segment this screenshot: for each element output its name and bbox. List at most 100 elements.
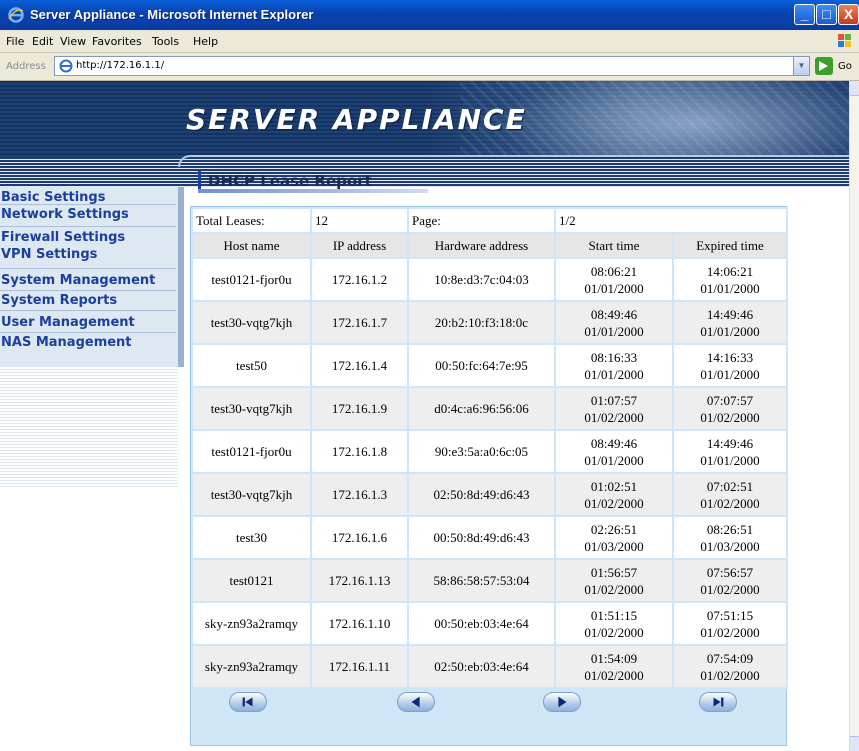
page-icon: [59, 59, 73, 73]
expired-time-cell-text: 07:56:57: [706, 564, 754, 580]
go-button[interactable]: Go: [838, 61, 852, 72]
hardware-address-cell-text: 00:50:8d:49:d6:43: [433, 530, 530, 545]
ip-address-cell: 172.16.1.6: [310, 515, 409, 560]
menu-view[interactable]: View: [60, 35, 86, 48]
menu-edit[interactable]: Edit: [32, 35, 53, 48]
maximize-icon: □: [822, 6, 831, 22]
expired-time-cell-text: 01/02/2000: [700, 581, 760, 597]
window-title: Server Appliance - Microsoft Internet Ex…: [30, 7, 314, 22]
go-arrow-icon[interactable]: [815, 57, 833, 75]
hardware-address-cell-text: 02:50:eb:03:4e:64: [434, 659, 529, 674]
expired-time-cell-text: 01/02/2000: [700, 495, 760, 511]
host-name-cell: test30-vqtg7kjh: [191, 386, 312, 431]
table-row: sky-zn93a2ramqy 172.16.1.10 00:50:eb:03:4e…: [191, 601, 788, 646]
host-name-cell-text: test0121: [229, 573, 274, 588]
address-input[interactable]: http://172.16.1.1/ ▼: [54, 56, 810, 76]
brand-title: SERVER APPLIANCE: [186, 103, 527, 136]
ip-address-cell: 172.16.1.4: [310, 343, 409, 388]
start-time-cell-text: 01:54:09: [590, 650, 638, 666]
table-row: test0121-fjor0u 172.16.1.2 10:8e:d3:7c:04:…: [191, 257, 788, 302]
host-name-cell: test0121-fjor0u: [191, 429, 312, 474]
ip-address-cell-text: 172.16.1.9: [331, 401, 388, 416]
first-page-button[interactable]: [229, 692, 267, 712]
ip-address-cell-text: 172.16.1.2: [331, 272, 388, 287]
host-name-cell-text: sky-zn93a2ramqy: [204, 616, 299, 631]
menu-tools[interactable]: Tools: [152, 35, 179, 48]
sidebar-item-nas-management[interactable]: NAS Management: [0, 333, 176, 367]
expired-time-cell-text: 14:49:46: [706, 306, 754, 322]
column-header: Start time: [554, 232, 674, 259]
page-label: Page:: [407, 207, 556, 234]
expired-time-cell-text: 01/03/2000: [700, 538, 760, 554]
expired-time-cell-text: 01/02/2000: [700, 624, 760, 640]
hardware-address-cell: 00:50:8d:49:d6:43: [407, 515, 556, 560]
hardware-address-cell-text: d0:4c:a6:96:56:06: [434, 401, 529, 416]
scroll-down-icon[interactable]: [850, 736, 859, 751]
ip-address-cell: 172.16.1.3: [310, 472, 409, 517]
ip-address-cell: 172.16.1.10: [310, 601, 409, 646]
sidebar-item-label: Basic Settings: [1, 190, 106, 205]
sidebar-item-vpn-settings[interactable]: VPN Settings: [0, 247, 176, 269]
expired-time-cell: 07:56:57 01/02/2000: [672, 558, 788, 603]
address-dropdown-icon[interactable]: ▼: [793, 56, 810, 76]
ip-address-cell: 172.16.1.13: [310, 558, 409, 603]
next-page-button[interactable]: [543, 692, 581, 712]
close-button[interactable]: X: [838, 4, 859, 25]
last-page-button[interactable]: [699, 692, 737, 712]
start-time-cell-text: 01:02:51: [590, 478, 638, 494]
hardware-address-cell: d0:4c:a6:96:56:06: [407, 386, 556, 431]
menu-favorites[interactable]: Favorites: [92, 35, 142, 48]
pager: [191, 684, 786, 724]
start-time-cell: 08:49:46 01/01/2000: [554, 429, 674, 474]
sidebar-item-system-reports[interactable]: System Reports: [0, 291, 176, 311]
expired-time-cell-text: 14:06:21: [706, 263, 754, 279]
ip-address-cell: 172.16.1.7: [310, 300, 409, 345]
sidebar-item-label: System Reports: [1, 293, 118, 308]
expired-time-cell-text: 07:51:15: [706, 607, 754, 623]
sidebar-item-user-management[interactable]: User Management: [0, 311, 176, 333]
sidebar-item-firewall-settings[interactable]: Firewall Settings: [0, 227, 176, 247]
expired-time-cell-text: 01/01/2000: [700, 452, 760, 468]
address-url: http://172.16.1.1/: [76, 60, 165, 71]
scroll-up-icon[interactable]: [850, 81, 859, 96]
column-header: Hardware address: [407, 232, 556, 259]
table-row: test30 172.16.1.6 00:50:8d:49:d6:43 02:26:5…: [191, 515, 788, 560]
sidebar: Basic Settings Network Settings Firewall…: [0, 187, 188, 751]
column-header: IP address: [310, 232, 409, 259]
address-label: Address: [6, 61, 46, 72]
previous-page-button[interactable]: [397, 692, 435, 712]
minimize-button[interactable]: _: [794, 4, 815, 25]
start-time-cell-text: 08:49:46: [590, 435, 638, 451]
ip-address-cell: 172.16.1.2: [310, 257, 409, 302]
menu-help[interactable]: Help: [193, 35, 218, 48]
window-title-bar[interactable]: Server Appliance - Microsoft Internet Ex…: [0, 0, 859, 30]
host-name-cell-text: test50: [235, 358, 268, 373]
start-time-cell: 08:49:46 01/01/2000: [554, 300, 674, 345]
expired-time-cell: 08:26:51 01/03/2000: [672, 515, 788, 560]
maximize-button[interactable]: □: [816, 4, 837, 25]
ip-address-cell-text: 172.16.1.11: [328, 659, 391, 674]
table-row: test0121-fjor0u 172.16.1.8 90:e3:5a:a0:6c:…: [191, 429, 788, 474]
sidebar-item-basic-settings[interactable]: Basic Settings: [0, 187, 176, 205]
vertical-scrollbar[interactable]: [849, 81, 859, 751]
sidebar-item-system-management[interactable]: System Management: [0, 269, 176, 291]
sidebar-item-network-settings[interactable]: Network Settings: [0, 205, 176, 227]
host-name-cell: sky-zn93a2ramqy: [191, 601, 312, 646]
table-row: test30-vqtg7kjh 172.16.1.7 20:b2:10:f3:18:…: [191, 300, 788, 345]
table-row: test30-vqtg7kjh 172.16.1.3 02:50:8d:49:d6:…: [191, 472, 788, 517]
start-time-cell-text: 01:07:57: [590, 392, 638, 408]
hardware-address-cell: 10:8e:d3:7c:04:03: [407, 257, 556, 302]
page-title: DHCP Lease Report: [208, 172, 372, 190]
heading-bar: [198, 171, 201, 191]
start-time-cell-text: 01/01/2000: [584, 366, 644, 382]
lease-table-panel: Total Leases: 12 Page: 1/2 Host name IP …: [190, 206, 788, 746]
host-name-cell-text: test30-vqtg7kjh: [210, 401, 293, 416]
sidebar-item-label: Network Settings: [1, 207, 129, 222]
summary-row: Total Leases: 12 Page: 1/2: [191, 207, 788, 234]
page-heading: DHCP Lease Report: [198, 169, 428, 193]
start-time-cell: 01:02:51 01/02/2000: [554, 472, 674, 517]
host-name-cell-text: sky-zn93a2ramqy: [204, 659, 299, 674]
ip-address-cell-text: 172.16.1.6: [331, 530, 388, 545]
menu-file[interactable]: File: [6, 35, 24, 48]
start-time-cell: 02:26:51 01/03/2000: [554, 515, 674, 560]
